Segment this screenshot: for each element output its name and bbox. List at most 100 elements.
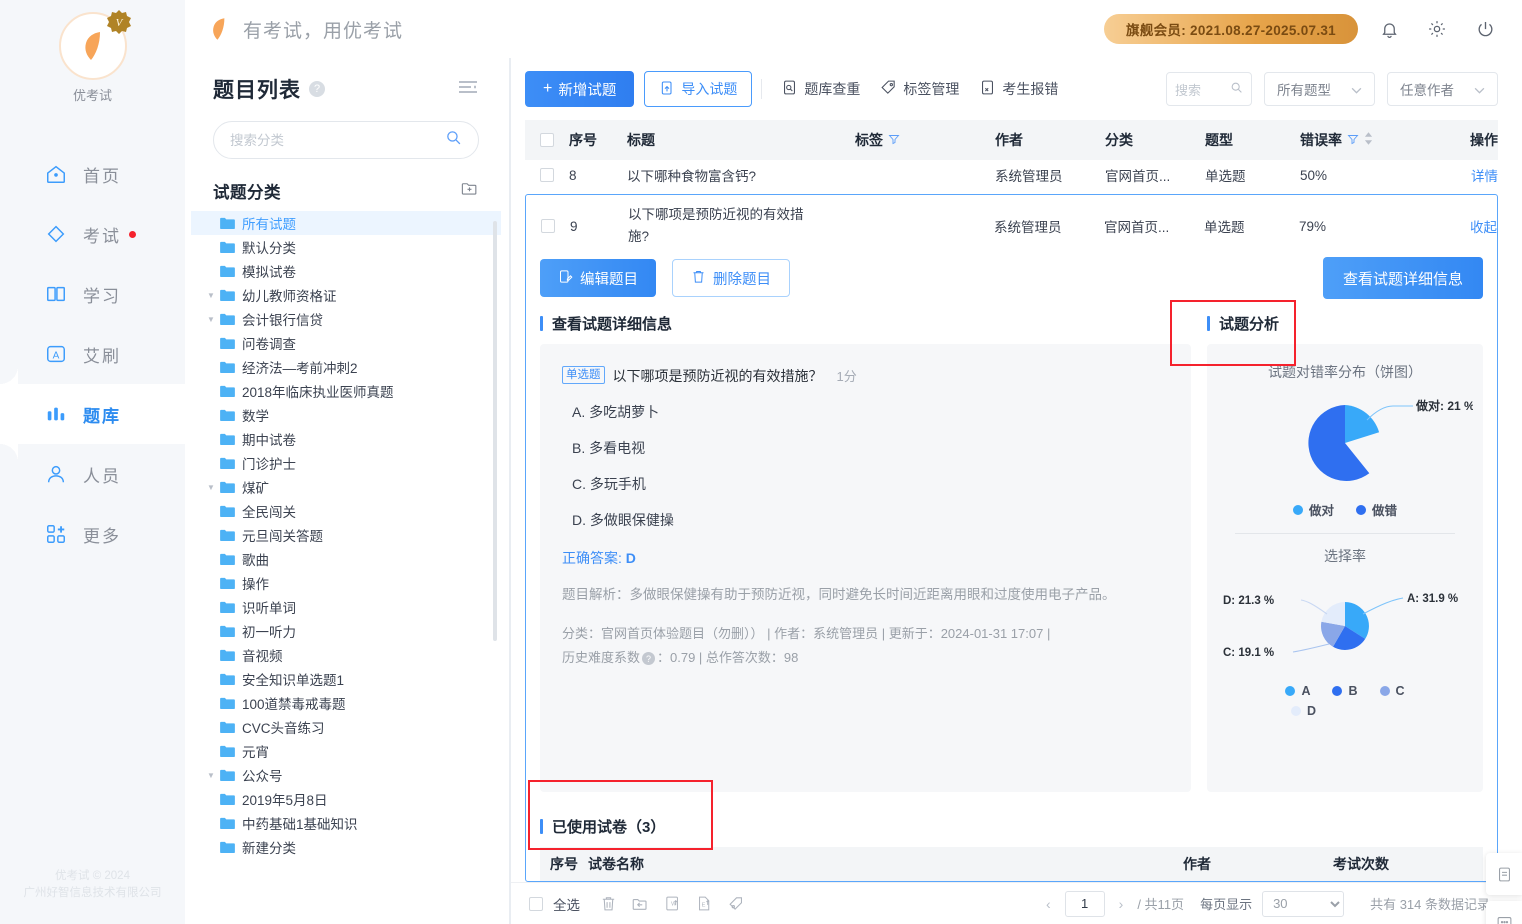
word-export-icon[interactable]: W [658, 890, 686, 918]
select-all-header-checkbox[interactable] [525, 133, 569, 147]
membership-badge[interactable]: 旗舰会员: 2021.08.27-2025.07.31 [1104, 14, 1358, 44]
chevron-down-icon[interactable]: ▼ [203, 315, 219, 324]
category-tree-item[interactable]: 歌曲 [191, 547, 501, 571]
view-question-detail-button[interactable]: 查看试题详细信息 [1322, 257, 1483, 299]
move-folder-icon[interactable] [626, 890, 654, 918]
col-tag[interactable]: 标签 [855, 130, 995, 150]
category-tree-item[interactable]: 音视频 [191, 643, 501, 667]
category-tree-item[interactable]: 操作 [191, 571, 501, 595]
category-tree-item[interactable]: 经济法—考前冲刺2 [191, 355, 501, 379]
per-page-select[interactable]: 30 [1262, 890, 1345, 917]
sidebar-item-home[interactable]: 首页 [0, 144, 185, 204]
category-search[interactable] [213, 121, 479, 159]
category-tree-item[interactable]: ▼ 公众号 [191, 763, 501, 787]
folder-icon [220, 553, 235, 565]
import-question-button[interactable]: 导入试题 [644, 71, 753, 107]
category-tree-item-label: 元旦闯关答题 [242, 529, 323, 544]
question-type-filter[interactable]: 所有题型 [1264, 72, 1375, 106]
category-tree-item[interactable]: 识听单词 [191, 595, 501, 619]
help-icon[interactable]: ? [642, 652, 656, 666]
error-report-button[interactable]: 考生报错 [969, 71, 1068, 107]
category-tree-item[interactable]: 100道禁毒戒毒题 [191, 691, 501, 715]
excel-export-icon[interactable]: E [690, 890, 718, 918]
chevron-down-icon[interactable]: ▼ [203, 771, 219, 780]
list-settings-icon[interactable] [457, 79, 479, 100]
edit-question-button[interactable]: 编辑题目 [540, 259, 656, 297]
search-icon[interactable] [1230, 81, 1243, 97]
category-tree-item[interactable]: 2019年5月8日 [191, 787, 501, 811]
tree-scrollbar[interactable] [493, 221, 497, 641]
category-tree-item[interactable]: ▼ 煤矿 [191, 475, 501, 499]
chevron-down-icon [1351, 82, 1362, 97]
tag-icon[interactable] [722, 890, 750, 918]
letter-a-icon: A [45, 343, 71, 365]
category-tree-item[interactable]: 所有试题 [191, 211, 501, 235]
add-folder-icon[interactable] [460, 179, 479, 203]
tag-manage-button[interactable]: 标签管理 [870, 71, 969, 107]
category-tree-item[interactable]: 期中试卷 [191, 427, 501, 451]
next-page-button[interactable]: › [1115, 896, 1128, 912]
category-tree-item[interactable]: 初一听力 [191, 619, 501, 643]
author-filter[interactable]: 任意作者 [1387, 72, 1498, 106]
bell-icon[interactable] [1372, 12, 1406, 46]
difficulty-label: 历史难度系数 [562, 650, 641, 665]
search-input[interactable] [230, 132, 445, 148]
expanded-row-summary[interactable]: 9 以下哪项是预防近视的有效措施? 系统管理员 官网首页... 单选题 79% … [526, 195, 1497, 257]
sidebar-item-study[interactable]: 学习 [0, 264, 185, 324]
gear-icon[interactable] [1420, 12, 1454, 46]
category-tree-item[interactable]: 模拟试卷 [191, 259, 501, 283]
sidebar-item-exam[interactable]: 考试 [0, 204, 185, 264]
chevron-down-icon[interactable]: ▼ [203, 483, 219, 492]
category-tree-item[interactable]: 元宵 [191, 739, 501, 763]
category-tree-item[interactable]: CVC头音练习 [191, 715, 501, 739]
prev-page-button[interactable]: ‹ [1042, 896, 1055, 912]
sidebar-item-aishua[interactable]: A 艾刷 [0, 324, 185, 384]
filter-icon[interactable] [1347, 132, 1359, 148]
dedupe-button[interactable]: 题库查重 [771, 71, 870, 107]
search-icon[interactable] [445, 129, 462, 151]
row-detail-link[interactable]: 详情 [1420, 165, 1498, 185]
category-tree[interactable]: 所有试题 默认分类 模拟试卷 ▼ 幼儿教师资格证 ▼ 会计银行信贷 问卷调查 经济法—考前冲刺2… [191, 211, 501, 924]
legend-item[interactable]: 做错 [1356, 500, 1397, 519]
sidebar-item-question-bank[interactable]: 题库 [0, 366, 185, 462]
legend-item[interactable]: 做对 [1292, 500, 1334, 519]
toolbar-search[interactable]: 搜索 [1166, 72, 1252, 106]
legend-item[interactable]: C [1379, 684, 1405, 698]
chat-icon[interactable] [1486, 901, 1522, 924]
delete-question-button[interactable]: 删除题目 [672, 259, 790, 297]
folder-icon [220, 337, 235, 349]
trash-icon[interactable] [594, 890, 622, 918]
row-checkbox[interactable] [525, 168, 569, 182]
category-tree-item[interactable]: 问卷调查 [191, 331, 501, 355]
category-tree-item[interactable]: ▼ 会计银行信贷 [191, 307, 501, 331]
category-tree-item[interactable]: 2018年临床执业医师真题 [191, 379, 501, 403]
sidebar-item-more[interactable]: 更多 [0, 504, 185, 564]
category-tree-item[interactable]: 数学 [191, 403, 501, 427]
sort-icon[interactable] [1364, 132, 1373, 148]
sidebar-item-people[interactable]: 人员 [0, 444, 185, 504]
category-tree-item[interactable]: ▼ 幼儿教师资格证 [191, 283, 501, 307]
category-tree-item[interactable]: 中药基础1基础知识 [191, 811, 501, 835]
chevron-down-icon[interactable]: ▼ [203, 291, 219, 300]
legend-item[interactable]: B [1332, 684, 1358, 698]
category-tree-item[interactable]: 元旦闯关答题 [191, 523, 501, 547]
row-collapse-link[interactable]: 收起 [1419, 216, 1497, 236]
category-tree-item[interactable]: 全民闯关 [191, 499, 501, 523]
legend-item[interactable]: A [1285, 684, 1310, 698]
row-checkbox[interactable] [526, 219, 570, 233]
category-tree-item[interactable]: 默认分类 [191, 235, 501, 259]
category-tree-item[interactable]: 门诊护士 [191, 451, 501, 475]
category-tree-item[interactable]: 安全知识单选题1 [191, 667, 501, 691]
col-error-rate[interactable]: 错误率 [1300, 130, 1420, 150]
select-all-checkbox[interactable] [529, 896, 543, 911]
table-row[interactable]: 8 以下哪种食物富含钙? 系统管理员 官网首页... 单选题 50% 详情 [525, 162, 1498, 188]
filter-icon[interactable] [888, 132, 900, 148]
legend-item[interactable]: D [1291, 704, 1473, 718]
power-icon[interactable] [1468, 12, 1502, 46]
page-number-input[interactable]: 1 [1064, 890, 1105, 917]
help-icon[interactable]: ? [309, 81, 325, 97]
document-icon[interactable] [1486, 853, 1522, 895]
add-question-button[interactable]: + 新增试题 [525, 71, 635, 107]
col-tag-label: 标签 [855, 132, 883, 148]
category-tree-item[interactable]: 新建分类 [191, 835, 501, 859]
